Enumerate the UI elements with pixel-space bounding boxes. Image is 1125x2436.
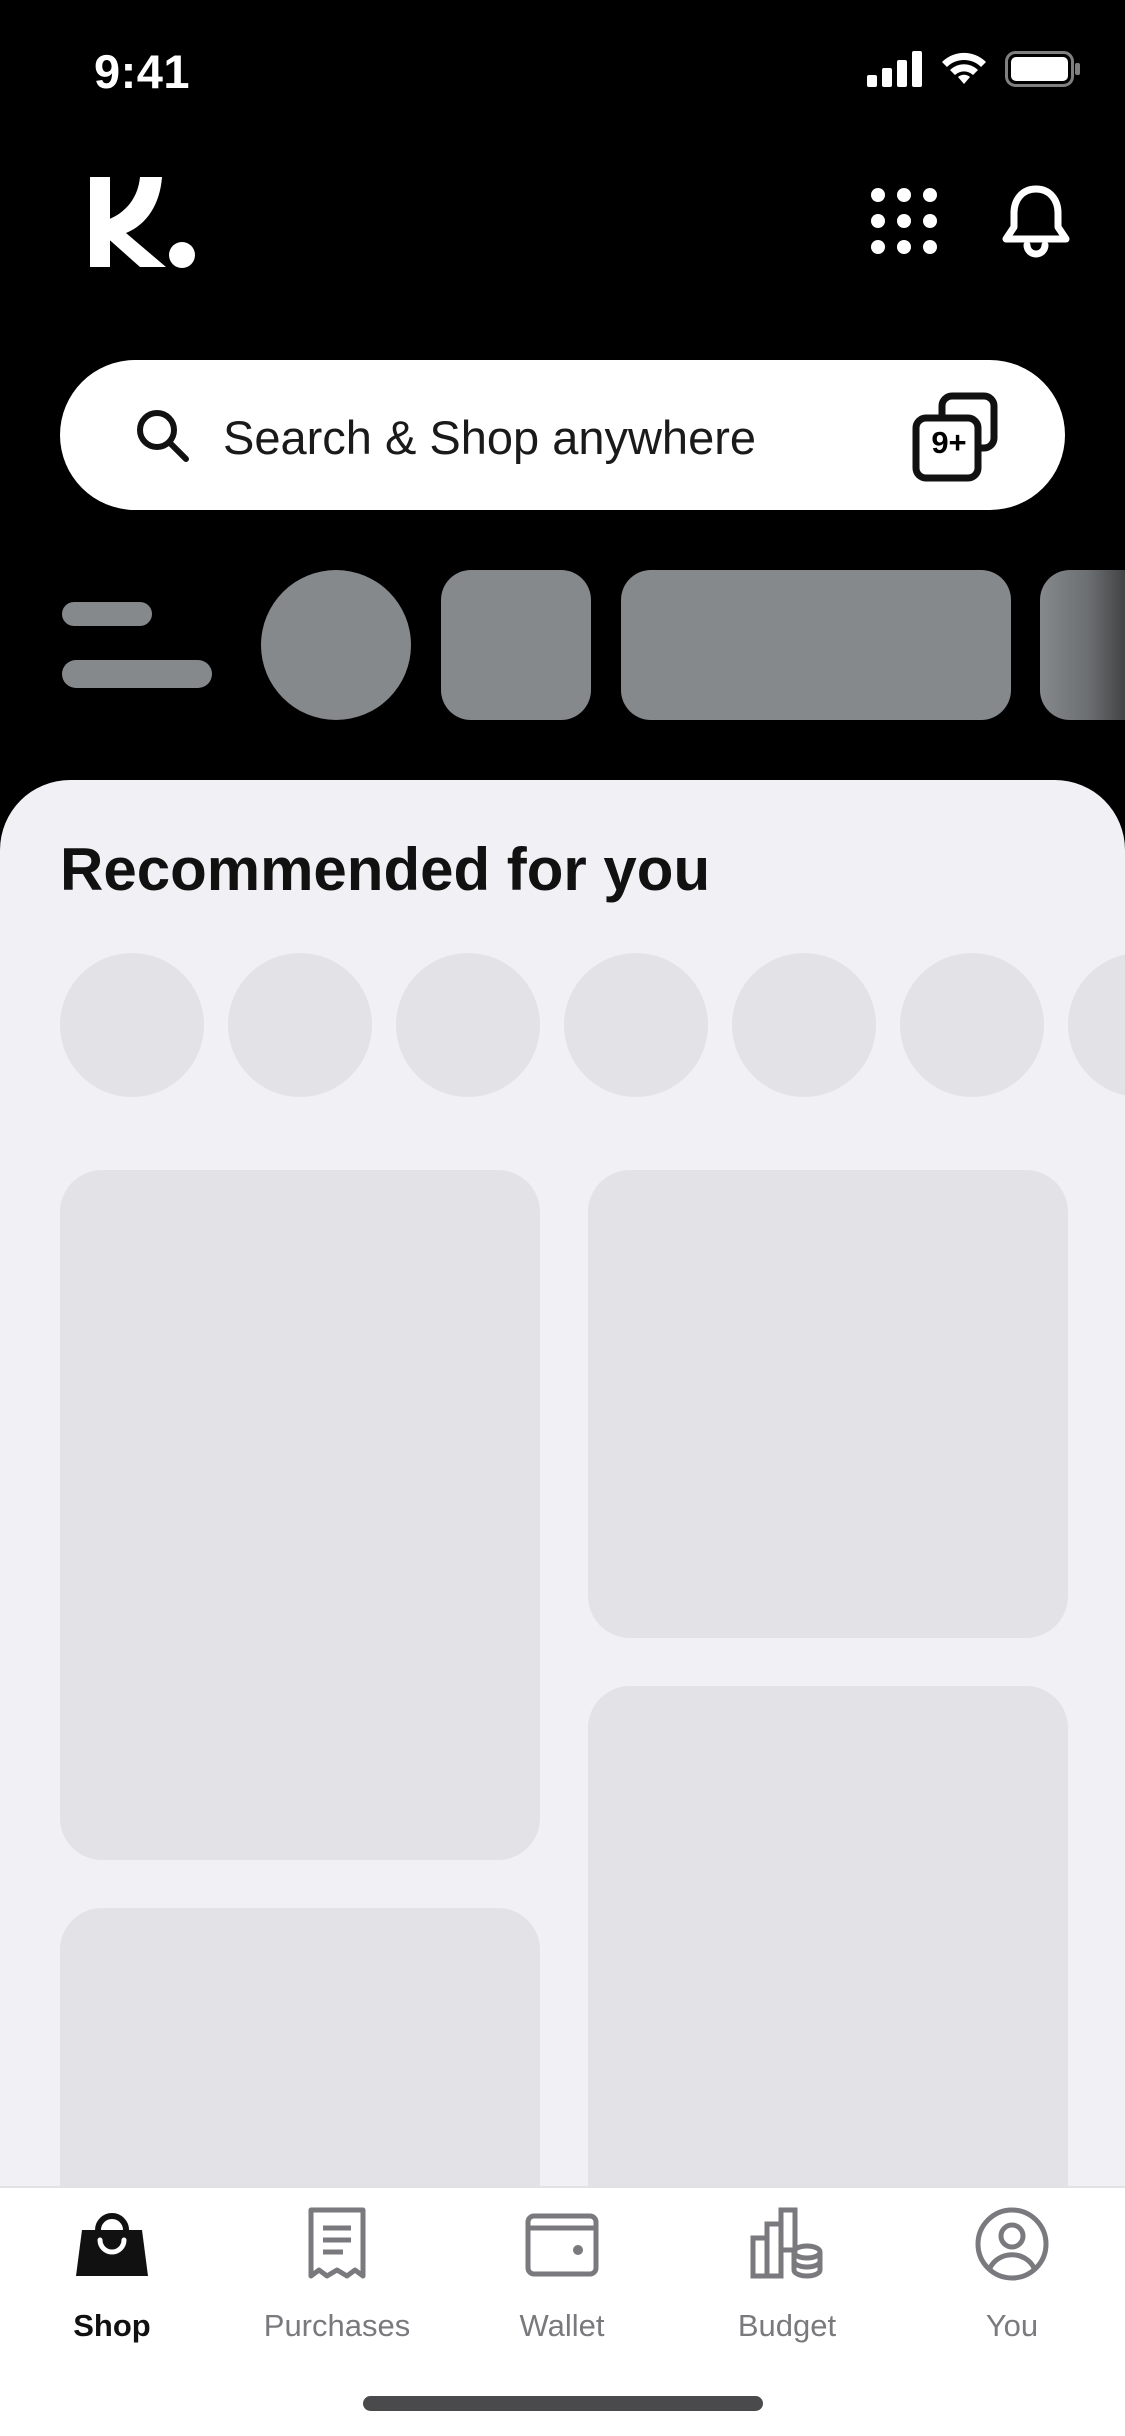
menu-line-top xyxy=(62,602,152,626)
klarna-k-logo xyxy=(90,177,195,268)
grid-dots-icon xyxy=(871,188,937,254)
tab-purchases[interactable]: Purchases xyxy=(237,2206,437,2346)
chip-skeleton xyxy=(1040,570,1125,720)
notifications-button[interactable] xyxy=(1000,183,1072,259)
store-circle-skeleton xyxy=(396,953,540,1097)
store-circle-skeleton xyxy=(564,953,708,1097)
status-time: 9:41 xyxy=(94,45,191,98)
wifi-icon xyxy=(942,52,986,84)
home-screen: 9:41 Search & Shop anywhere 9+ Recommend… xyxy=(0,0,1125,2436)
battery-icon xyxy=(1005,51,1080,87)
profile-icon xyxy=(975,2207,1049,2281)
tab-label: Purchases xyxy=(263,2308,411,2343)
store-circle-skeleton xyxy=(60,953,204,1097)
store-circle-skeleton xyxy=(900,953,1044,1097)
tab-wallet[interactable]: Wallet xyxy=(462,2206,662,2346)
tab-budget[interactable]: Budget xyxy=(687,2206,887,2346)
store-circle-skeleton xyxy=(1068,953,1125,1097)
product-card-skeleton xyxy=(588,1170,1068,1638)
cellular-signal-icon xyxy=(867,51,922,87)
categories-menu-button[interactable] xyxy=(62,602,214,690)
chip-skeleton xyxy=(441,570,591,720)
tab-label: Shop xyxy=(73,2308,151,2343)
open-tabs-button[interactable]: 9+ xyxy=(910,392,1010,484)
search-placeholder: Search & Shop anywhere xyxy=(223,411,756,464)
klarna-logo xyxy=(88,175,198,270)
tab-you[interactable]: You xyxy=(912,2206,1112,2346)
store-circle-skeleton xyxy=(732,953,876,1097)
tab-label: Budget xyxy=(737,2308,837,2343)
receipt-icon xyxy=(308,2207,366,2279)
tab-label: Wallet xyxy=(519,2308,605,2343)
apps-button[interactable] xyxy=(868,185,940,257)
status-icons xyxy=(867,50,1081,88)
store-circle-skeleton xyxy=(228,953,372,1097)
tab-label: You xyxy=(985,2308,1039,2343)
tab-shop[interactable]: Shop xyxy=(12,2206,212,2346)
product-card-skeleton xyxy=(60,1170,540,1860)
wallet-icon xyxy=(525,2213,599,2277)
menu-line-bottom xyxy=(62,660,212,688)
tabs-count-badge: 9+ xyxy=(931,425,967,460)
search-icon xyxy=(137,410,189,462)
status-bar: 9:41 xyxy=(0,0,1125,140)
bell-icon xyxy=(1002,185,1070,258)
section-title: Recommended for you xyxy=(60,836,711,903)
budget-chart-icon xyxy=(750,2207,823,2279)
category-chips-row xyxy=(0,570,1125,720)
home-indicator[interactable] xyxy=(363,2396,763,2411)
chip-skeleton xyxy=(621,570,1011,720)
chip-skeleton xyxy=(261,570,411,720)
shopping-bag-icon xyxy=(76,2213,148,2276)
search-bar[interactable]: Search & Shop anywhere 9+ xyxy=(60,360,1065,510)
